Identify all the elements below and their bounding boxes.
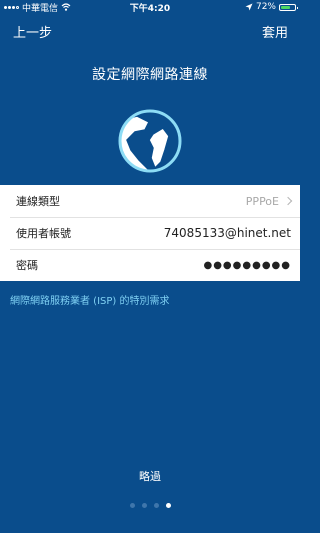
username-label: 使用者帳號 [16, 227, 71, 240]
battery-icon [279, 3, 298, 11]
page-dot [153, 503, 159, 508]
page-indicator [0, 503, 300, 508]
page-dot [141, 503, 147, 508]
connection-form: 連線類型 PPPoE 使用者帳號 74085133@hinet.net 密碼 ●… [0, 185, 300, 281]
skip-button[interactable]: 略過 [0, 468, 300, 484]
status-bar: 中華電信 下午4:20 72% [0, 0, 300, 14]
page-dot [129, 503, 135, 508]
location-arrow-icon [245, 3, 253, 11]
apply-button[interactable]: 套用 [262, 22, 288, 41]
username-field[interactable]: 74085133@hinet.net [164, 226, 291, 240]
carrier-label: 中華電信 [22, 3, 59, 14]
connection-type-text: PPPoE [245, 194, 279, 208]
status-left: 中華電信 [4, 1, 71, 14]
globe-icon [115, 106, 185, 176]
password-label: 密碼 [16, 259, 38, 272]
connection-type-label: 連線類型 [16, 195, 60, 208]
back-button[interactable]: 上一步 [13, 22, 52, 41]
page-dot [165, 503, 171, 508]
wifi-icon [61, 3, 71, 11]
connection-type-row[interactable]: 連線類型 PPPoE [0, 185, 300, 217]
connection-type-value: PPPoE [245, 194, 293, 208]
username-row[interactable]: 使用者帳號 74085133@hinet.net [0, 217, 300, 249]
status-right: 72% [245, 2, 298, 12]
isp-requirements-link[interactable]: 網際網路服務業者 (ISP) 的特別需求 [10, 292, 170, 307]
signal-icon [4, 5, 19, 9]
page-title: 設定網際網路連線 [92, 67, 208, 83]
password-field[interactable]: ●●●●●●●●● [203, 260, 291, 271]
password-row[interactable]: 密碼 ●●●●●●●●● [0, 249, 300, 281]
battery-percent: 72% [255, 2, 276, 12]
navigation-bar: 上一步 套用 [0, 22, 300, 42]
chevron-right-icon [283, 196, 293, 206]
